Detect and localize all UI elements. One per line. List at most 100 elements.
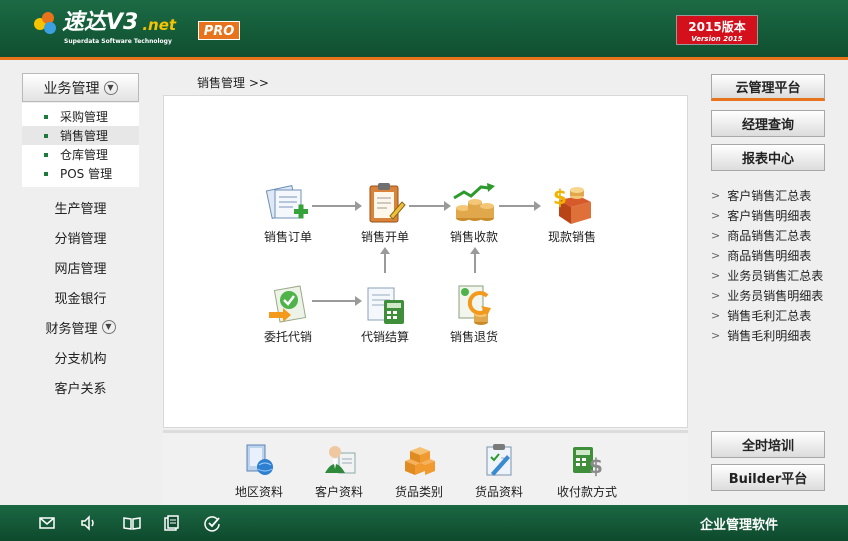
chevron-down-icon: ▼: [101, 320, 116, 334]
report-link[interactable]: > 销售毛利明细表: [711, 325, 825, 345]
consignment-icon: [265, 282, 311, 326]
nav-item-branches[interactable]: 分支机构: [22, 342, 139, 372]
nav-item-crm[interactable]: 客户关系: [22, 372, 139, 402]
version-badge: 2015版本 Version 2015: [676, 15, 758, 45]
speaker-icon[interactable]: [79, 514, 97, 532]
manager-query-button[interactable]: 经理查询: [711, 110, 825, 137]
sales-collection-node[interactable]: 销售收款: [434, 182, 514, 245]
right-sidebar: 云管理平台 经理查询 报表中心 > 客户销售汇总表 > 客户销售明细表 > 商品销售汇…: [711, 74, 825, 345]
left-nav: 生产管理 分销管理 网店管理 现金银行 财务管理 ▼ 分支机构 客户关系: [22, 192, 139, 402]
submenu-item-pos[interactable]: POS 管理: [22, 164, 139, 183]
report-link[interactable]: > 客户销售明细表: [711, 205, 825, 225]
mail-icon[interactable]: [38, 514, 56, 532]
submenu-item-warehouse[interactable]: 仓库管理: [22, 145, 139, 164]
region-data-label: 地区资料: [234, 485, 283, 499]
chevron-down-icon: ▼: [103, 80, 118, 95]
cloud-platform-button[interactable]: 云管理平台: [711, 74, 825, 101]
nav-item-production[interactable]: 生产管理: [22, 192, 139, 222]
chevron-right-icon: >: [711, 268, 721, 282]
coins-chart-icon: [451, 182, 497, 226]
flow-arrow: [499, 201, 541, 211]
chevron-right-icon: >: [711, 328, 721, 342]
report-label: 业务员销售明细表: [727, 288, 824, 303]
submenu-label: 采购管理: [60, 110, 109, 124]
version-year: 2015版本: [688, 20, 746, 34]
sales-order-label: 销售订单: [263, 230, 312, 244]
flow-arrow: [380, 247, 390, 273]
submenu-item-sales[interactable]: 销售管理: [22, 126, 139, 145]
business-management-label: 业务管理: [43, 80, 100, 97]
sales-return-label: 销售退货: [449, 330, 498, 344]
cash-sales-node[interactable]: $ 现款销售: [532, 182, 612, 245]
nav-item-online-store[interactable]: 网店管理: [22, 252, 139, 282]
customer-data-tool[interactable]: 客户资料: [299, 443, 379, 500]
basic-data-toolbar: 地区资料 客户资料 货品类别 货品资料 $ 收付款方式: [163, 430, 688, 505]
app-header: 速达V3 .net Superdata Software Technology …: [0, 0, 848, 60]
money-box-icon: $: [549, 182, 595, 226]
nav-item-finance[interactable]: 财务管理 ▼: [22, 312, 139, 342]
flow-arrow: [312, 296, 362, 306]
pro-badge: PRO: [198, 21, 240, 40]
book-icon[interactable]: [122, 514, 141, 532]
logo-icon: [34, 12, 58, 34]
report-label: 商品销售汇总表: [727, 228, 812, 243]
report-label: 商品销售明细表: [727, 248, 812, 263]
region-data-tool[interactable]: 地区资料: [219, 443, 299, 500]
brand-suffix: .net: [142, 16, 177, 34]
brand-name: 速达V3: [62, 10, 139, 35]
region-data-icon: [241, 443, 277, 477]
nav-item-cash-bank[interactable]: 现金银行: [22, 282, 139, 312]
sales-order-node[interactable]: 销售订单: [248, 182, 328, 245]
brand-subtitle: Superdata Software Technology: [64, 38, 172, 45]
payment-method-tool[interactable]: $ 收付款方式: [547, 443, 627, 500]
right-bottom-buttons: 全时培训 Builder平台: [711, 431, 825, 491]
chevron-right-icon: >: [711, 208, 721, 222]
cash-sales-label: 现款销售: [547, 230, 596, 244]
finance-label: 财务管理: [45, 321, 98, 337]
sales-collection-label: 销售收款: [449, 230, 498, 244]
goods-data-tool[interactable]: 货品资料: [459, 443, 539, 500]
consignment-node[interactable]: 委托代销: [248, 282, 328, 345]
logo: 速达V3 .net Superdata Software Technology: [34, 10, 177, 45]
customer-data-label: 客户资料: [314, 485, 363, 499]
footer-title: 企业管理软件: [700, 518, 779, 533]
report-label: 业务员销售汇总表: [727, 268, 824, 283]
app-footer: 企业管理软件: [0, 505, 848, 541]
submenu-label: 销售管理: [60, 129, 109, 143]
submenu-item-purchase[interactable]: 采购管理: [22, 107, 139, 126]
check-circle-icon[interactable]: [203, 514, 221, 532]
goods-category-label: 货品类别: [394, 485, 443, 499]
report-label: 客户销售明细表: [727, 208, 812, 223]
customer-icon: [321, 443, 357, 477]
svg-text:$: $: [589, 454, 603, 477]
chevron-right-icon: >: [711, 228, 721, 242]
goods-data-icon: [481, 443, 517, 477]
report-link[interactable]: > 业务员销售明细表: [711, 285, 825, 305]
sales-invoice-node[interactable]: 销售开单: [345, 182, 425, 245]
report-link[interactable]: > 商品销售汇总表: [711, 225, 825, 245]
sales-flow-panel: 销售订单 销售开单 销售收款 $ 现款销售 委托代销 代销结算 销售退货: [163, 95, 688, 428]
left-sidebar: 业务管理 ▼ 采购管理 销售管理 仓库管理 POS 管理 生产管理 分销管理 网…: [22, 73, 139, 402]
report-label: 销售毛利明细表: [727, 328, 812, 343]
report-link[interactable]: > 业务员销售汇总表: [711, 265, 825, 285]
builder-platform-button[interactable]: Builder平台: [711, 464, 825, 491]
training-button[interactable]: 全时培训: [711, 431, 825, 458]
nav-item-distribution[interactable]: 分销管理: [22, 222, 139, 252]
document-icon[interactable]: [162, 514, 180, 532]
sales-return-icon: [451, 282, 497, 326]
consignment-settlement-node[interactable]: 代销结算: [345, 282, 425, 345]
report-link[interactable]: > 商品销售明细表: [711, 245, 825, 265]
sales-return-node[interactable]: 销售退货: [434, 282, 514, 345]
goods-category-tool[interactable]: 货品类别: [379, 443, 459, 500]
business-management-button[interactable]: 业务管理 ▼: [22, 73, 139, 102]
report-link[interactable]: > 客户销售汇总表: [711, 185, 825, 205]
consignment-label: 委托代销: [263, 330, 312, 344]
version-english: Version 2015: [691, 35, 743, 43]
flow-arrow: [409, 201, 451, 211]
payment-icon: $: [569, 443, 605, 478]
chevron-right-icon: >: [711, 188, 721, 202]
report-center-button[interactable]: 报表中心: [711, 144, 825, 171]
report-link[interactable]: > 销售毛利汇总表: [711, 305, 825, 325]
calculator-icon: [362, 282, 408, 326]
report-list: > 客户销售汇总表 > 客户销售明细表 > 商品销售汇总表 > 商品销售明细表 > 业务员…: [711, 185, 825, 345]
